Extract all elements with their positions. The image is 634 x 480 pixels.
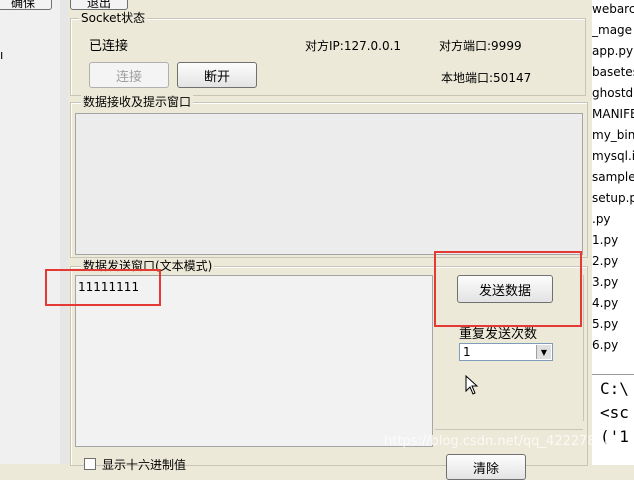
top-right-button[interactable]: 退出 — [70, 0, 128, 10]
remote-port-label: 对方端口:9999 — [439, 39, 522, 53]
file-item[interactable]: 6.py — [592, 338, 618, 352]
file-item[interactable]: 5.py — [592, 317, 618, 331]
annotation-box-send-button — [434, 251, 582, 327]
file-item[interactable]: basetes — [592, 65, 634, 79]
clear-button-label: 清除 — [472, 461, 499, 477]
file-item[interactable]: my_bina — [592, 128, 634, 142]
remote-ip-label: 对方IP:127.0.0.1 — [305, 39, 402, 53]
top-left-button-label: 确保 — [11, 0, 36, 10]
file-item[interactable]: mysql.i — [592, 149, 634, 163]
file-item[interactable]: .py — [592, 212, 611, 226]
file-item[interactable]: 2.py — [592, 254, 618, 268]
top-left-button[interactable]: 确保 — [0, 0, 52, 10]
file-item[interactable]: MANIFE — [592, 107, 634, 121]
left-panel: ı 确保 — [0, 0, 60, 464]
watermark: https://blog.csdn.net/qq_42227818 — [384, 434, 613, 449]
file-item[interactable]: 3.py — [592, 275, 618, 289]
file-item[interactable]: _mage — [592, 23, 632, 37]
terminal-panel: C:\ <sc ('1 — [592, 374, 634, 465]
local-port-label: 本地端口:50147 — [441, 71, 532, 85]
annotation-box-send-text — [45, 269, 161, 306]
receive-textarea[interactable] — [75, 113, 583, 255]
connect-button[interactable]: 连接 — [89, 62, 169, 88]
hex-checkbox-label: 显示十六进制值 — [102, 458, 187, 472]
main-window: 退出 Socket状态 已连接 对方IP:127.0.0.1 对方端口:9999… — [68, 0, 588, 480]
socket-status-title: Socket状态 — [79, 11, 148, 25]
terminal-line: <sc — [600, 403, 629, 422]
mouse-cursor-icon — [465, 374, 479, 398]
disconnect-button-label: 断开 — [203, 69, 230, 85]
file-item[interactable]: ghostdr — [592, 86, 634, 100]
socket-status-group: Socket状态 已连接 对方IP:127.0.0.1 对方端口:9999 连接… — [70, 11, 586, 96]
file-item[interactable]: webarc — [592, 2, 634, 16]
file-item[interactable]: 4.py — [592, 296, 618, 310]
repeat-count-select[interactable]: 1 ▼ — [459, 343, 553, 361]
file-item[interactable]: 1.py — [592, 233, 618, 247]
receive-group: 数据接收及提示窗口 — [70, 95, 588, 258]
disconnect-button[interactable]: 断开 — [177, 62, 257, 88]
repeat-count-value: 1 — [463, 345, 471, 359]
hex-checkbox[interactable] — [84, 458, 96, 470]
left-gap — [60, 0, 68, 464]
file-item[interactable]: sample — [592, 170, 634, 184]
file-item[interactable]: app.py — [592, 44, 633, 58]
file-item[interactable]: setup.p — [592, 191, 634, 205]
chevron-down-icon: ▼ — [536, 345, 551, 359]
terminal-line: C:\ — [600, 379, 629, 398]
clear-button[interactable]: 清除 — [446, 454, 526, 480]
left-panel-marker: ı — [0, 48, 4, 62]
receive-group-title: 数据接收及提示窗口 — [81, 95, 194, 109]
connect-button-label: 连接 — [115, 69, 142, 85]
top-right-button-label: 退出 — [87, 0, 112, 10]
connection-status: 已连接 — [89, 39, 129, 54]
